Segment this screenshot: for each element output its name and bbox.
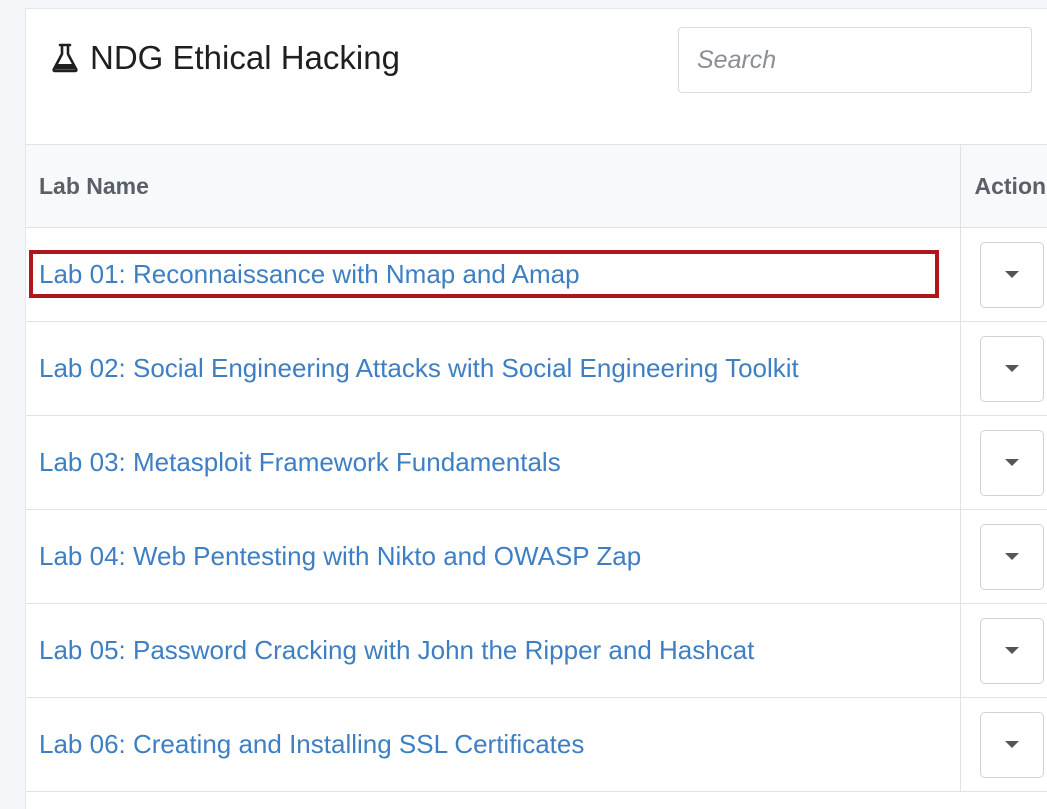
action-dropdown-button[interactable]: [979, 617, 1044, 684]
table-row: Lab 01: Reconnaissance with Nmap and Ama…: [26, 227, 1047, 322]
lab-name-cell: Lab 03: Metasploit Framework Fundamental…: [26, 415, 960, 510]
table-header-row: Lab Name Action: [26, 145, 1047, 228]
action-cell: [959, 509, 1047, 604]
lab-link[interactable]: Lab 05: Password Cracking with John the …: [39, 635, 754, 665]
table-row: Lab 05: Password Cracking with John the …: [26, 603, 1047, 698]
lab-link[interactable]: Lab 02: Social Engineering Attacks with …: [39, 353, 799, 383]
lab-link[interactable]: Lab 06: Creating and Installing SSL Cert…: [39, 729, 584, 759]
caret-down-icon: [1004, 365, 1019, 372]
column-header-lab-name[interactable]: Lab Name: [26, 145, 960, 228]
caret-down-icon: [1004, 553, 1019, 560]
lab-link[interactable]: Lab 01: Reconnaissance with Nmap and Ama…: [39, 259, 580, 289]
lab-link[interactable]: Lab 04: Web Pentesting with Nikto and OW…: [39, 541, 641, 571]
lab-link[interactable]: Lab 03: Metasploit Framework Fundamental…: [39, 447, 561, 477]
labs-panel: NDG Ethical Hacking Lab Name Action Lab …: [25, 8, 1047, 809]
table-row: Lab 02: Social Engineering Attacks with …: [26, 321, 1047, 416]
lab-name-cell: Lab 05: Password Cracking with John the …: [26, 603, 960, 698]
lab-name-cell: Lab 04: Web Pentesting with Nikto and OW…: [26, 509, 960, 604]
caret-down-icon: [1004, 271, 1019, 278]
action-cell: [959, 603, 1047, 698]
caret-down-icon: [1004, 741, 1019, 748]
table-row: Lab 03: Metasploit Framework Fundamental…: [26, 415, 1047, 510]
action-dropdown-button[interactable]: [979, 335, 1044, 402]
table-row: Lab 06: Creating and Installing SSL Cert…: [26, 697, 1047, 792]
table-row: Lab 04: Web Pentesting with Nikto and OW…: [26, 509, 1047, 604]
flask-icon: [52, 43, 78, 73]
search-input[interactable]: [678, 27, 1032, 93]
action-cell: [959, 321, 1047, 416]
action-dropdown-button[interactable]: [979, 241, 1044, 308]
lab-name-cell: Lab 01: Reconnaissance with Nmap and Ama…: [26, 227, 960, 322]
page-title: NDG Ethical Hacking: [52, 39, 400, 77]
labs-table: Lab Name Action Lab 01: Reconnaissance w…: [26, 145, 1047, 792]
lab-name-cell: Lab 02: Social Engineering Attacks with …: [26, 321, 960, 416]
action-dropdown-button[interactable]: [979, 523, 1044, 590]
page-title-text: NDG Ethical Hacking: [90, 39, 400, 76]
action-cell: [959, 697, 1047, 792]
action-dropdown-button[interactable]: [979, 429, 1044, 496]
column-header-action: Action: [959, 145, 1047, 228]
caret-down-icon: [1004, 647, 1019, 654]
action-dropdown-button[interactable]: [979, 711, 1044, 778]
panel-header: NDG Ethical Hacking: [26, 9, 1047, 145]
action-cell: [959, 415, 1047, 510]
action-cell: [959, 227, 1047, 322]
caret-down-icon: [1004, 459, 1019, 466]
lab-name-cell: Lab 06: Creating and Installing SSL Cert…: [26, 697, 960, 792]
